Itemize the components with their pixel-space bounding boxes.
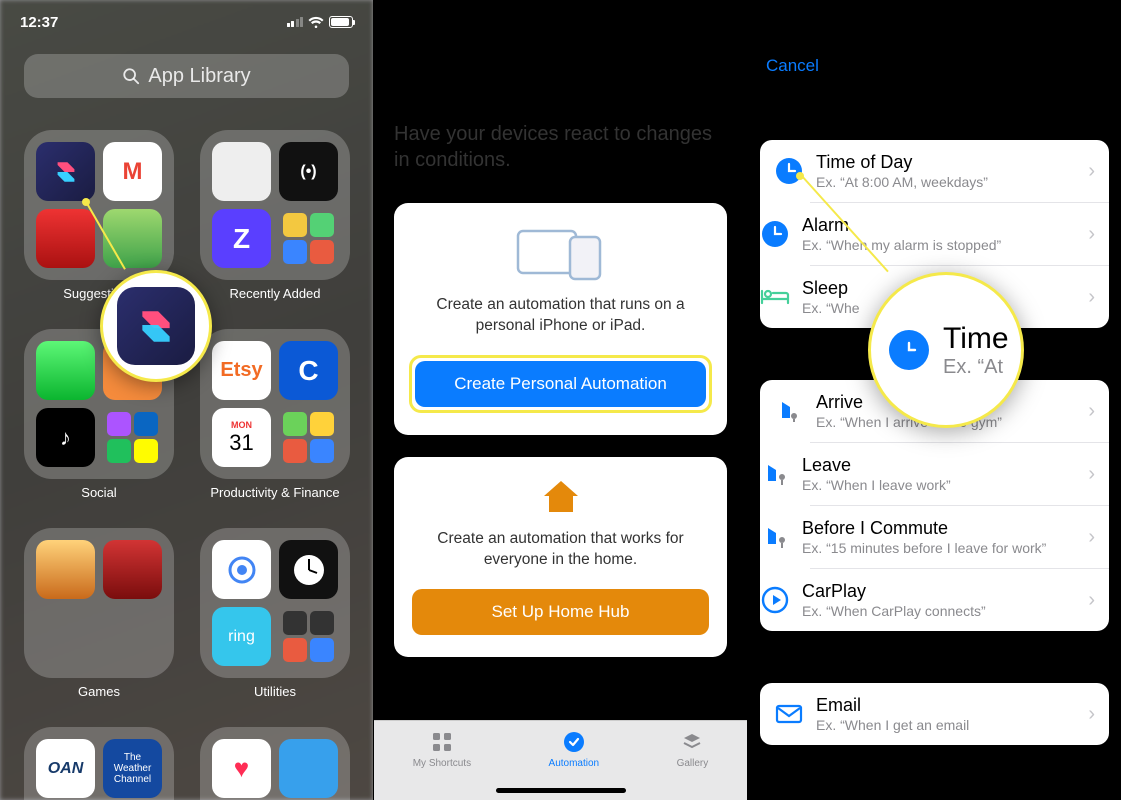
status-time: 12:38 (768, 14, 806, 31)
signal-icon (661, 17, 678, 27)
folder-games[interactable]: Games (24, 528, 174, 699)
tab-label: My Shortcuts (413, 758, 471, 769)
panel-app-library: 12:37 App Library M Suggestions (0, 0, 373, 800)
folder-utilities[interactable]: ring Utilities (200, 528, 350, 699)
mail-icon (774, 699, 804, 729)
row-subtitle: Ex. “When I leave work” (802, 477, 1076, 493)
chevron-right-icon: › (1088, 400, 1095, 423)
folder-label: Recently Added (229, 286, 320, 301)
status-bar: 12:38 (374, 0, 747, 44)
shortcuts-app-icon (117, 287, 195, 365)
tab-gallery[interactable]: Gallery (677, 729, 709, 769)
row-carplay[interactable]: CarPlayEx. “When CarPlay connects” › (810, 568, 1109, 631)
setup-home-hub-button[interactable]: Set Up Home Hub (412, 589, 709, 635)
search-placeholder: App Library (148, 65, 250, 88)
row-title: Leave (802, 455, 1076, 476)
leave-icon (760, 459, 790, 489)
folder[interactable]: OAN TheWeatherChannel (24, 727, 174, 800)
highlight-personal-button: Create Personal Automation (409, 355, 712, 413)
gallery-icon (679, 729, 705, 755)
automation-icon (561, 729, 587, 755)
battery-icon (329, 16, 353, 28)
clock-icon (889, 330, 929, 370)
panel-new-automation: 12:38 Cancel New Automation Time of DayE… (748, 0, 1121, 800)
event-group-comm: EmailEx. “When I get an email › (760, 683, 1109, 745)
status-time: 12:38 (394, 14, 432, 31)
callout-time-of-day: Time Ex. “At (868, 272, 1024, 428)
folder-recently-added[interactable]: (•) Z Recently Added (200, 130, 350, 301)
cancel-button[interactable]: Cancel (766, 56, 819, 76)
tab-automation[interactable]: Automation (549, 729, 600, 769)
row-email[interactable]: EmailEx. “When I get an email › (760, 683, 1109, 745)
row-subtitle: Ex. “When I get an email (816, 717, 1076, 733)
wifi-icon (1056, 16, 1072, 28)
tab-my-shortcuts[interactable]: My Shortcuts (413, 729, 471, 769)
bed-icon (760, 282, 790, 312)
home-icon (541, 479, 581, 515)
row-title: Alarm (802, 215, 1076, 236)
card-personal: Create an automation that runs on a pers… (394, 203, 727, 435)
row-subtitle: Ex. “When CarPlay connects” (802, 603, 1076, 619)
chevron-right-icon: › (1088, 223, 1095, 246)
callout-subtitle: Ex. “At (943, 356, 1009, 379)
battery-icon (703, 16, 727, 28)
chevron-right-icon: › (1088, 589, 1095, 612)
folder-label: Games (78, 684, 120, 699)
status-bar: 12:38 (748, 0, 1121, 44)
row-leave[interactable]: LeaveEx. “When I leave work” › (810, 442, 1109, 505)
commute-icon (760, 522, 790, 552)
chevron-right-icon: › (1088, 160, 1095, 183)
folder-label: Utilities (254, 684, 296, 699)
chevron-right-icon: › (1088, 703, 1095, 726)
page-subtitle: Have your devices react to changes in co… (394, 121, 727, 173)
card-home: Create an automation that works for ever… (394, 457, 727, 657)
status-time: 12:37 (20, 14, 58, 31)
folder-productivity[interactable]: Etsy C MON31 Productivity & Finance (200, 329, 350, 500)
folder-label: Social (81, 485, 116, 500)
status-bar: 12:37 (0, 0, 373, 44)
signal-icon (1035, 17, 1052, 27)
tab-label: Automation (549, 758, 600, 769)
row-subtitle: Ex. “At 8:00 AM, weekdays” (816, 174, 1076, 190)
row-subtitle: Ex. “When my alarm is stopped” (802, 237, 1076, 253)
row-subtitle: Ex. “15 minutes before I leave for work” (802, 540, 1076, 556)
folder-label: Productivity & Finance (210, 485, 339, 500)
row-title: CarPlay (802, 581, 1076, 602)
chevron-right-icon: › (1088, 526, 1095, 549)
card-description: Create an automation that works for ever… (412, 529, 709, 571)
battery-icon (1077, 16, 1101, 28)
home-indicator[interactable] (496, 788, 626, 793)
nav-bar: Cancel New Automation (748, 42, 1121, 90)
folder[interactable]: ♥ (200, 727, 350, 800)
clock-icon (774, 156, 804, 186)
row-title: Time of Day (816, 152, 1076, 173)
panel-automation: 12:38 Automation Have your devices react… (374, 0, 747, 800)
row-title: Before I Commute (802, 518, 1076, 539)
search-input[interactable]: App Library (24, 54, 349, 98)
row-before-commute[interactable]: Before I CommuteEx. “15 minutes before I… (810, 505, 1109, 568)
nav-title: New Automation (868, 56, 1001, 76)
chevron-right-icon: › (1088, 463, 1095, 486)
create-personal-automation-button[interactable]: Create Personal Automation (415, 361, 706, 407)
callout-title: Time (943, 322, 1009, 356)
tab-label: Gallery (677, 758, 709, 769)
page-title: Automation (394, 78, 727, 117)
arrive-icon (774, 396, 804, 426)
search-icon (122, 67, 140, 85)
carplay-icon (760, 585, 790, 615)
wifi-icon (308, 16, 324, 28)
devices-illustration (412, 225, 709, 281)
card-description: Create an automation that runs on a pers… (412, 295, 709, 337)
row-time-of-day[interactable]: Time of DayEx. “At 8:00 AM, weekdays” › (760, 140, 1109, 202)
row-title: Email (816, 695, 1076, 716)
grid-icon (429, 729, 455, 755)
chevron-right-icon: › (1088, 286, 1095, 309)
signal-icon (287, 17, 304, 27)
wifi-icon (682, 16, 698, 28)
clock-icon (760, 219, 790, 249)
callout-shortcuts-app (100, 270, 212, 382)
home-indicator[interactable] (870, 788, 1000, 793)
